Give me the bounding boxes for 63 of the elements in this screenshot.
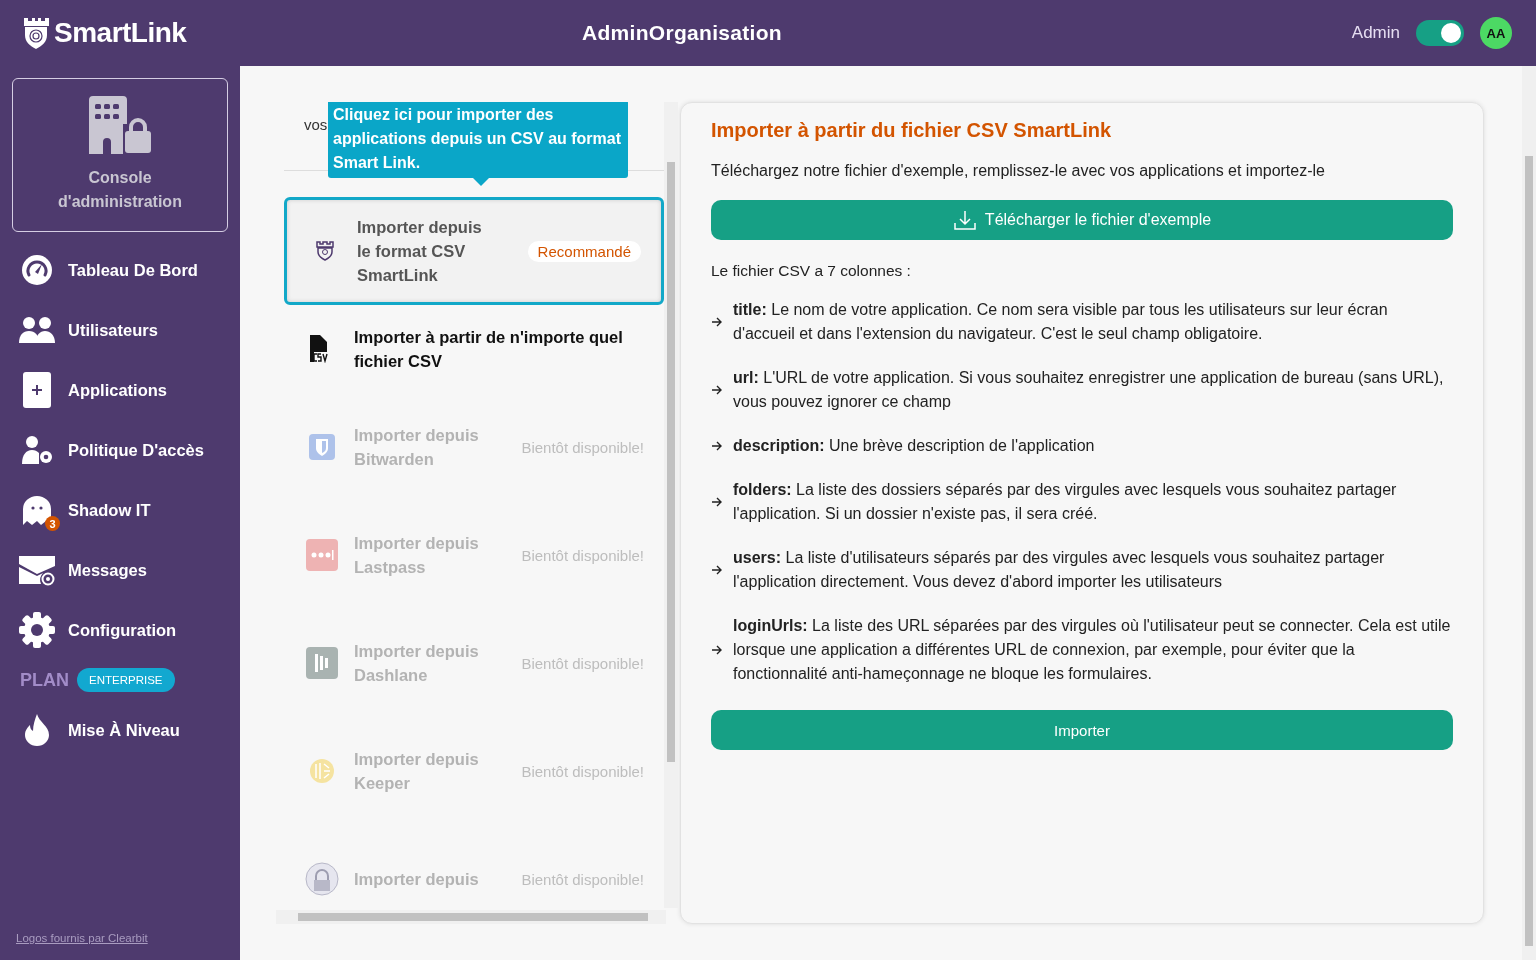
option-tag: Bientôt disponible!: [511, 868, 644, 890]
bars-logo-icon: [306, 647, 338, 679]
count-badge: 3: [45, 516, 60, 531]
user-gear-icon: [20, 435, 54, 465]
column-description: folders: La liste des dossiers séparés par des virgules avec lesquels vous souhaitez partager l'application. Si un dossier n'existe pas, il sera créé.: [733, 480, 1398, 524]
flame-icon: [23, 714, 51, 746]
arrow-icon: [711, 497, 723, 507]
admin-console-card[interactable]: Console d'administration: [12, 78, 228, 232]
role-label: Admin: [1351, 23, 1400, 43]
circuit-circle-icon: [309, 758, 335, 784]
option-tag: Bientôt disponible!: [511, 652, 644, 674]
nav-item[interactable]: Tableau De Bord: [12, 240, 228, 300]
horizontal-scrollbar[interactable]: [276, 910, 666, 924]
column-description: url: L'URL de votre application. Si vous souhaitez enregistrer une application de bureau (sans URL), vous pouvez ignorer ce champ: [733, 368, 1445, 412]
nav-item[interactable]: Politique D'accès: [12, 420, 228, 480]
nav-item[interactable]: Messages: [12, 540, 228, 600]
clearbit-link[interactable]: Logos fournis par Clearbit: [12, 932, 228, 944]
ghost-icon: [22, 495, 52, 525]
gauge-icon: [21, 254, 53, 286]
nav-item[interactable]: Utilisateurs: [12, 300, 228, 360]
vertical-scrollbar[interactable]: [664, 102, 678, 908]
columns-intro: Le fichier CSV a 7 colonnes :: [711, 262, 912, 280]
arrow-icon: [711, 385, 723, 395]
option-tag: Bientôt disponible!: [511, 760, 644, 782]
shield-icon: [316, 241, 334, 261]
lock-circle-icon: [305, 862, 339, 896]
plan-label: PLAN: [20, 669, 69, 691]
plan-badge: ENTERPRISE: [77, 668, 175, 692]
shield-icon: [309, 434, 335, 460]
import-option[interactable]: Importer depuis le format CSV SmartLink Recommandé: [284, 197, 664, 305]
intro-text: vos: [304, 116, 328, 133]
nav-item[interactable]: 3 Shadow IT: [12, 480, 228, 540]
column-description: loginUrls: La liste des URL séparées par des virgules où l'utilisateur peut se connecter. Cela est utile lorsque une application a différentes URL de connexion, par exemple, pour éviter que la fonctionnalité anti-hameçonnage ne bloque les formulaires.: [733, 616, 1452, 684]
page-scrollbar[interactable]: [1522, 66, 1536, 960]
nav-item[interactable]: Applications: [12, 360, 228, 420]
tooltip: Cliquez ici pour importer des applications depuis un CSV au format Smart Link.: [328, 102, 628, 178]
nav-item[interactable]: Configuration: [12, 600, 228, 660]
arrow-icon: [711, 645, 723, 655]
arrow-icon: [711, 317, 723, 327]
detail-title: Importer à partir du fichier CSV SmartLink: [711, 119, 1113, 142]
option-tag: Bientôt disponible!: [511, 436, 644, 458]
shield-logo-icon: [22, 16, 50, 50]
option-tag: Bientôt disponible!: [511, 544, 644, 566]
upgrade-item[interactable]: Mise À Niveau: [12, 700, 228, 760]
import-option[interactable]: Importer à partir de n'importe quel fichier CSV: [284, 305, 664, 393]
user-avatar[interactable]: AA: [1480, 17, 1512, 49]
dots-icon: [306, 539, 338, 571]
tooltip-pointer-icon: [473, 178, 489, 186]
brand-name: SmartLink: [54, 17, 187, 49]
detail-subtitle: Téléchargez notre fichier d'exemple, remplissez-le avec vos applications et importez-le: [711, 162, 1326, 180]
building-lock-icon: [87, 96, 153, 154]
arrow-icon: [711, 441, 723, 451]
admin-toggle[interactable]: [1416, 20, 1464, 46]
users-icon: [19, 316, 55, 344]
add-app-icon: [23, 372, 51, 408]
organisation-title: AdminOrganisation: [582, 21, 783, 45]
arrow-icon: [711, 565, 723, 575]
column-description: users: La liste d'utilisateurs séparés par des virgules avec lesquels vous souhaitez partager l'application directement. Vous devez d'abord importer les utilisateurs: [733, 548, 1386, 592]
download-icon: [952, 209, 977, 231]
column-description: title: Le nom de votre application. Ce nom sera visible par tous les utilisateurs sur leur écran d'accueil et dans l'extension du navigateur. C'est le seul champ obligatoire.: [733, 300, 1389, 344]
mail-at-icon: [19, 554, 55, 586]
column-description: description: Une brève description de l'application: [733, 436, 1095, 456]
option-tag: Recommandé: [527, 240, 641, 262]
